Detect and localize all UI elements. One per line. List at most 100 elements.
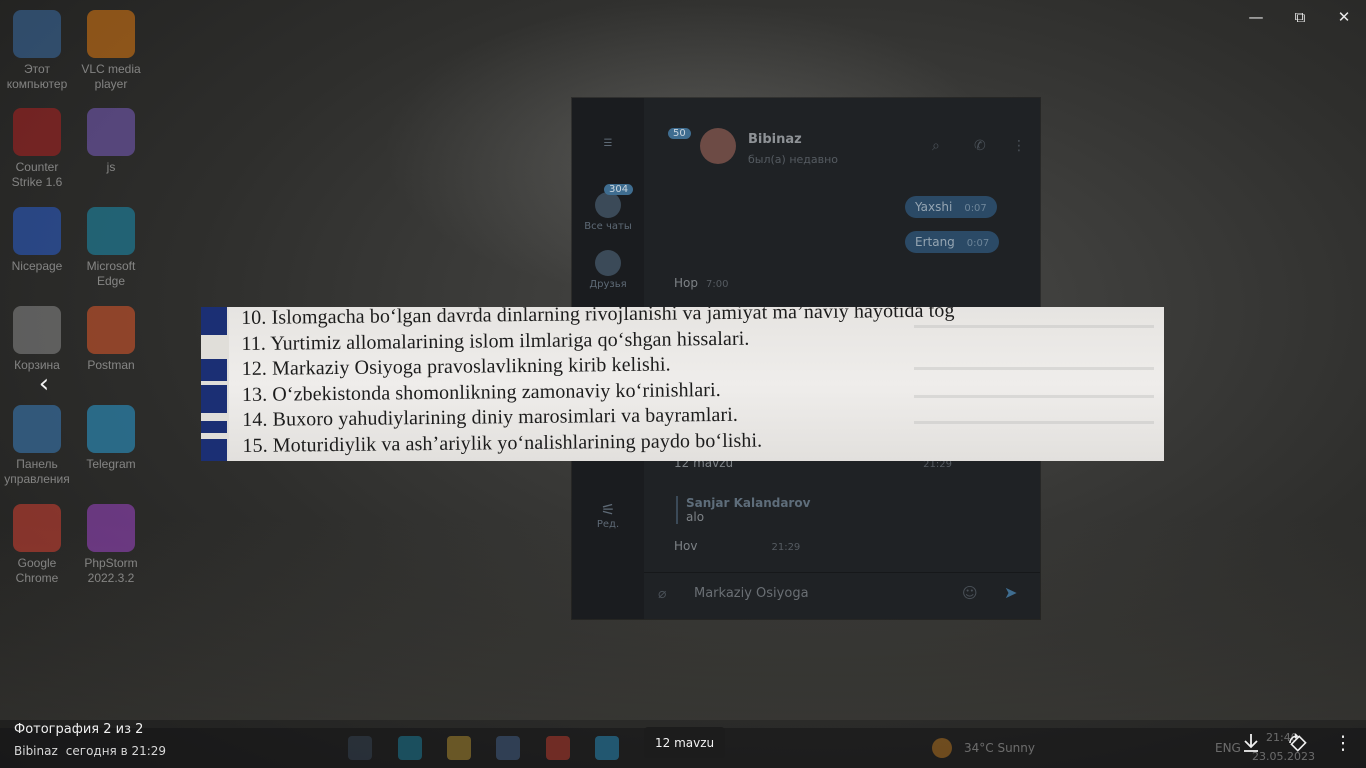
app-icon [13,207,61,255]
desktop-icon-label: Google Chrome [15,556,59,585]
photo-caption: 12 mavzu [644,727,726,758]
edge-icon [398,736,422,760]
folder-label: Все чаты [584,221,632,232]
desktop-icon-label: Панель управления [4,457,70,486]
desktop-icon-label: Telegram [86,457,136,471]
message-time: 0:07 [966,238,990,249]
folder-label: Ред. [596,519,620,530]
sender-link[interactable]: Bibinaz [14,744,58,758]
folder-edit: ⚟ Ред. [572,500,644,530]
photo-tab-mark [201,421,227,433]
chat-title: Bibinaz [748,132,802,147]
desktop-icon: Панель управления [0,405,74,487]
send-icon: ➤ [1004,583,1018,602]
phone-icon: ✆ [974,138,986,154]
folder-label: Друзья [589,279,627,290]
message-text: Hov [674,539,698,553]
rotate-button[interactable] [1284,730,1310,756]
message-in: Hop 7:00 [674,276,728,290]
app-icon [13,306,61,354]
desktop-icon: Telegram [74,405,148,472]
desktop-icon-label: VLC media player [81,62,141,91]
chats-icon [595,192,621,218]
message-out: Yaxshi 0:07 [905,196,997,218]
language-indicator: ENG [1215,741,1241,755]
desktop-icon: Корзина [0,306,74,373]
message-time: 0:07 [964,203,987,214]
folder-badge: 304 [604,184,634,195]
desktop-icon: VLC media player [74,10,148,92]
message-input: Markaziy Osiyoga [694,586,809,601]
desktop-icon-label: js [106,160,116,174]
desktop-icon: Google Chrome [0,504,74,586]
more-options-button[interactable]: ⋮ [1330,730,1356,756]
reply-quote: Sanjar Kalandarov alo [676,496,810,524]
desktop-icon-label: PhpStorm 2022.3.2 [84,556,138,585]
explorer-icon [447,736,471,760]
message-time: 7:00 [705,279,729,290]
app-icon [87,108,135,156]
photo: 10. Islomgacha bo‘lgan davrda dinlarning… [201,307,1164,461]
previous-photo-button[interactable]: ‹ [32,369,56,399]
menu-icon: ☰ [603,138,613,149]
app-icon [87,405,135,453]
chat-status: был(а) недавно [748,153,839,166]
photo-text-lines: 10. Islomgacha bo‘lgan davrda dinlarning… [241,307,956,460]
photo-date[interactable]: сегодня в 21:29 [66,744,166,758]
reply-author: Sanjar Kalandarov [686,496,811,510]
telegram-icon [595,736,619,760]
restore-button[interactable]: ⧉ [1289,6,1311,28]
message-text: Yaxshi [915,200,953,214]
desktop-icon: Microsoft Edge [74,207,148,289]
more-vertical-icon: ⋮ [1333,732,1353,754]
close-button[interactable]: ✕ [1333,6,1355,28]
reply-text: alo [686,510,705,524]
folder-all-chats: Все чаты [572,192,644,232]
photo-tab-mark [201,307,227,335]
desktop-icon: Этот компьютер [0,10,74,92]
desktop-icon: Postman [74,306,148,373]
desktop-icon-label: Nicepage [11,259,63,273]
emoji-icon: ☺ [962,584,978,602]
message-in: Hov 21:29 [674,539,800,553]
avatar [700,128,736,164]
app-icon [87,504,135,552]
photo-tab-mark [201,439,227,461]
photo-counter: Фотография 2 из 2 [14,722,144,737]
photo-tab-mark [201,359,227,381]
desktop-icon-label: Counter Strike 1.6 [11,160,63,189]
app-icon [13,10,61,58]
sliders-icon: ⚟ [600,500,616,519]
attach-icon: ⌀ [658,586,667,602]
desktop-icon-label: Корзина [14,358,60,372]
download-icon [1244,734,1258,752]
photo-tab-mark [201,385,227,413]
user-icon [595,250,621,276]
app-icon [13,405,61,453]
task-view-icon [348,736,372,760]
unread-badge: 50 [668,128,691,139]
rotate-icon [1289,733,1307,752]
store-icon [496,736,520,760]
desktop-icon-label: Microsoft Edge [86,259,136,288]
weather-text: 34°C Sunny [964,741,1035,755]
folder-friends: Друзья [572,250,644,290]
sun-icon [932,738,952,758]
download-button[interactable] [1238,730,1264,756]
chrome-icon [546,736,570,760]
message-text: Ertang [915,235,955,249]
app-icon [87,10,135,58]
app-icon [13,108,61,156]
caption-text: 12 mavzu [655,735,715,750]
photo-page-edge [201,307,229,461]
photo-meta: Bibinaz сегодня в 21:29 [14,744,166,758]
message-time: 21:29 [771,542,801,553]
desktop-icon: Nicepage [0,207,74,274]
desktop-icon-label: Postman [87,358,135,372]
desktop-icon: Counter Strike 1.6 [0,108,74,190]
app-icon [13,504,61,552]
app-icon [87,306,135,354]
desktop-icon: js [74,108,148,175]
minimize-button[interactable]: — [1245,6,1267,28]
more-icon: ⋮ [1012,138,1026,154]
